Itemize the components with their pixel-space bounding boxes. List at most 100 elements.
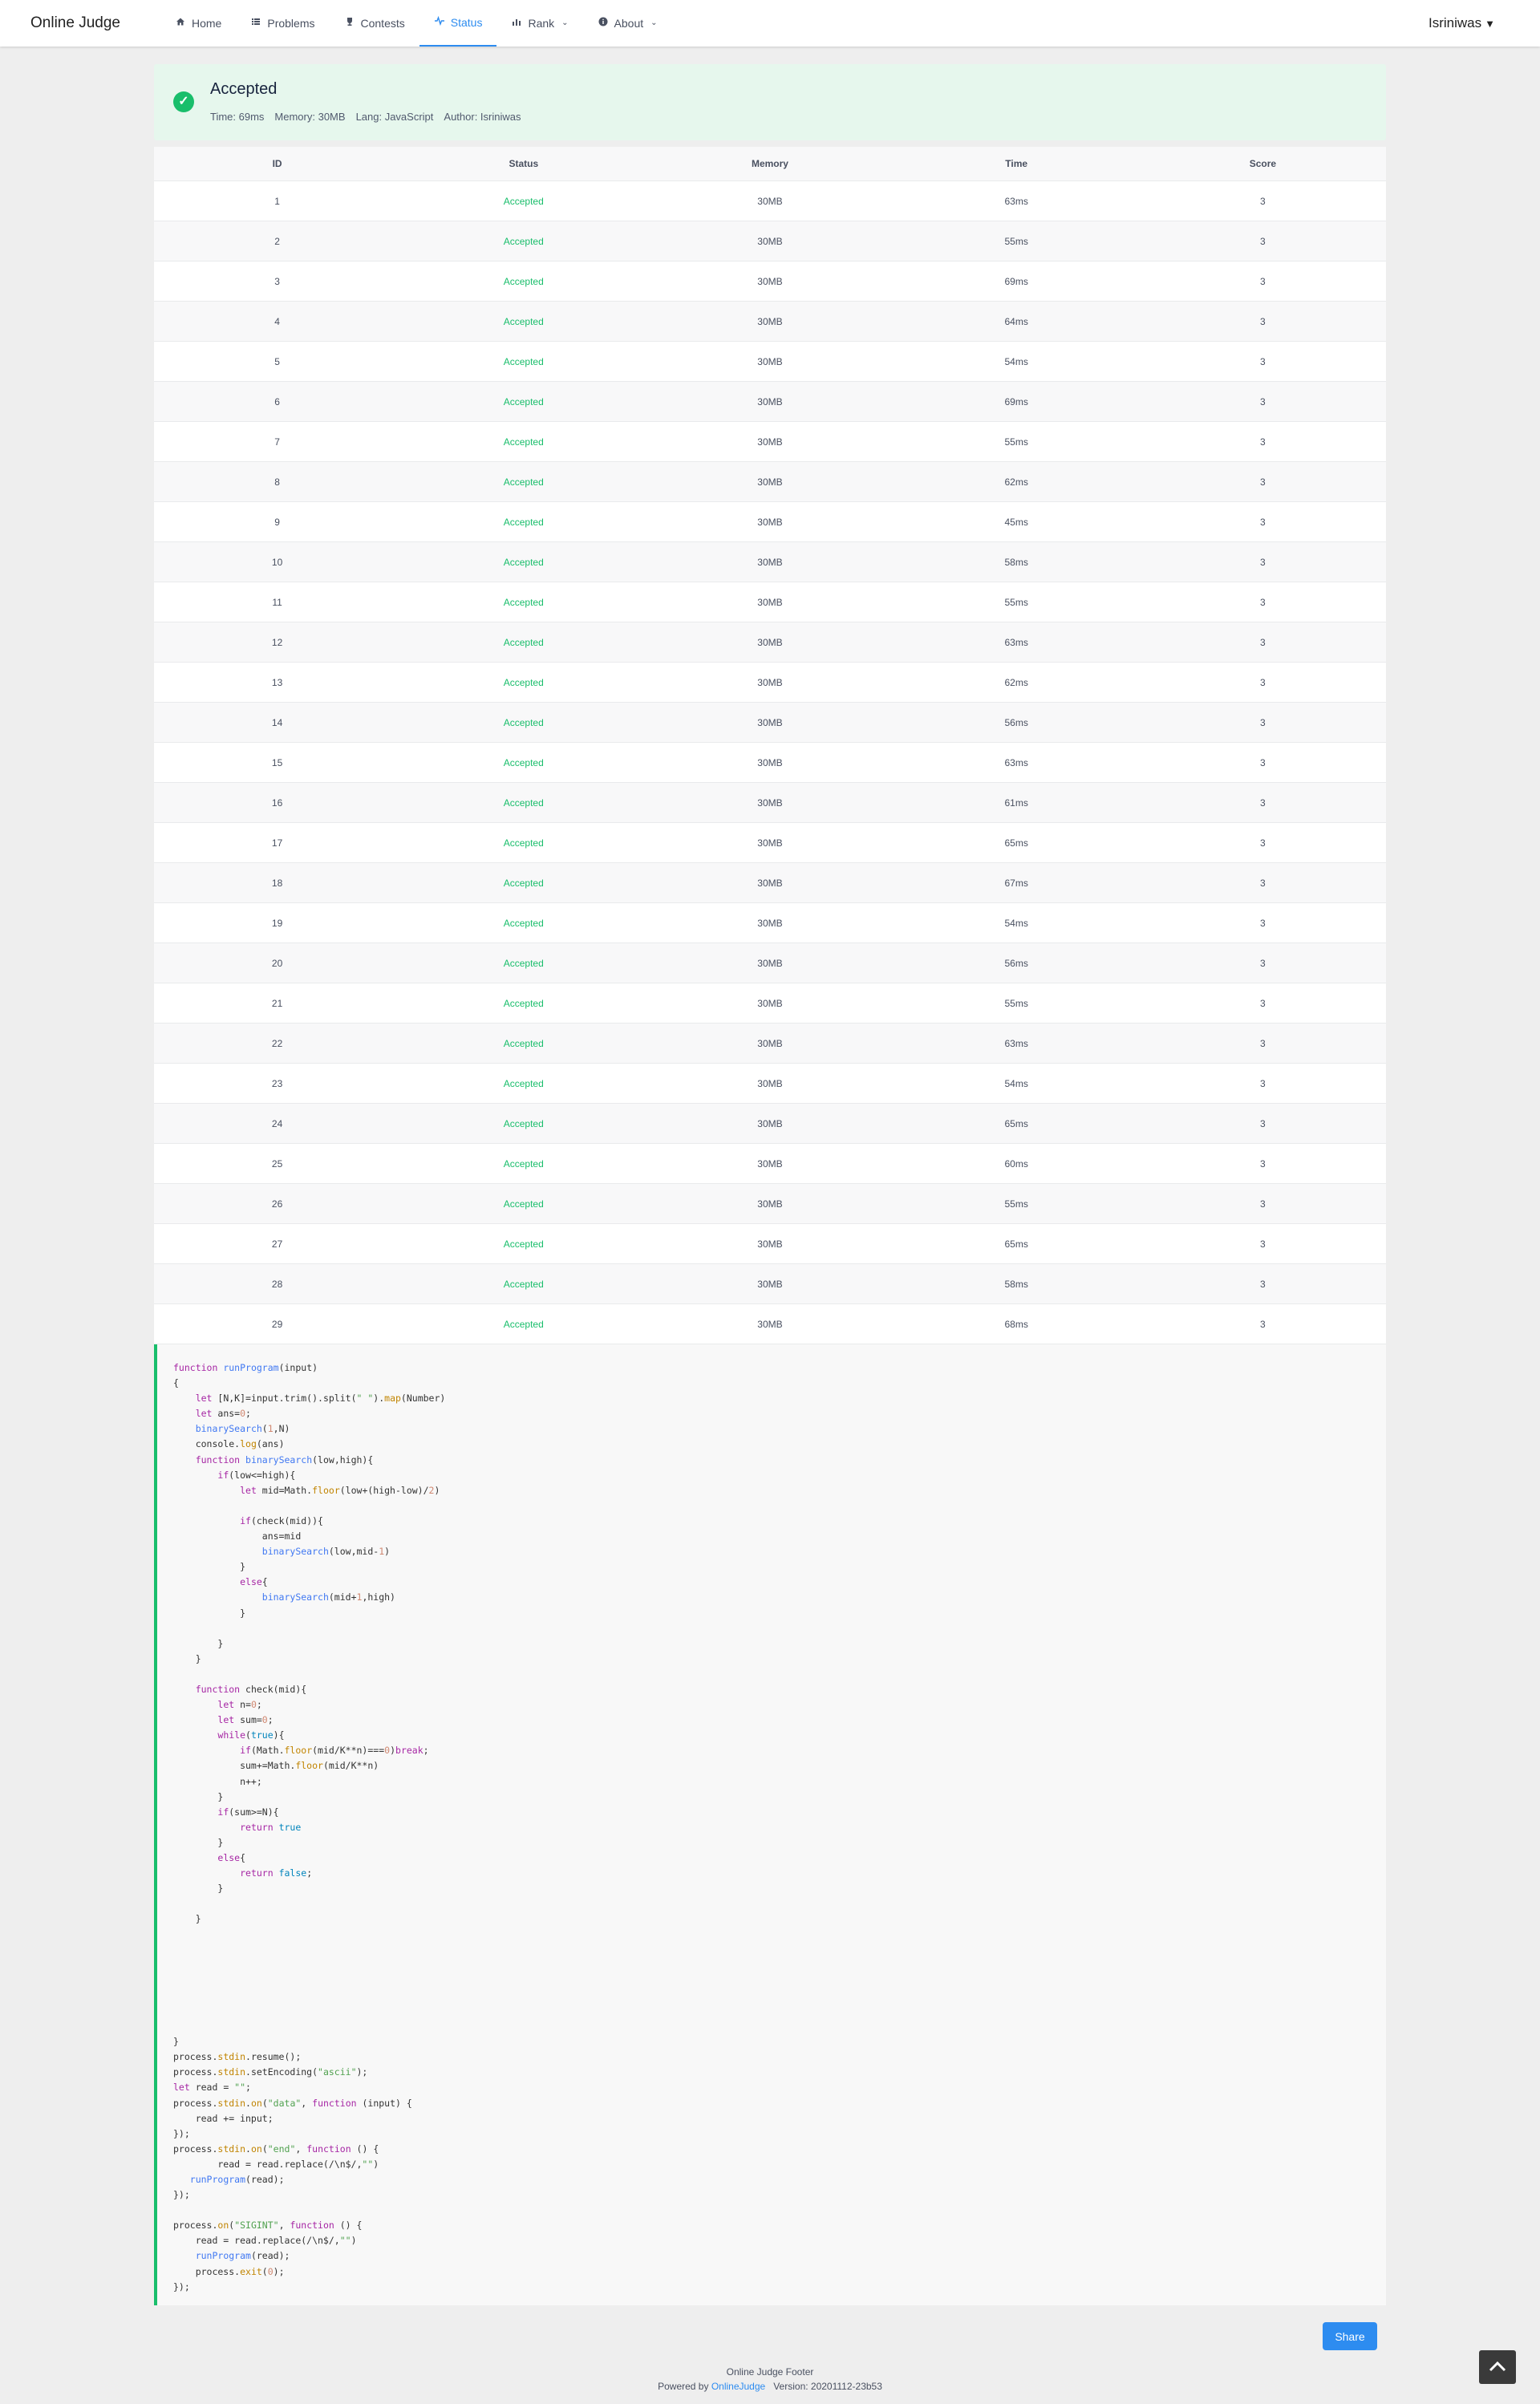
cell-status: Accepted xyxy=(400,501,647,542)
cell-status: Accepted xyxy=(400,261,647,302)
cell-time: 58ms xyxy=(893,541,1140,582)
cell-time: 63ms xyxy=(893,1023,1140,1064)
cell-memory: 30MB xyxy=(646,702,894,743)
site-brand[interactable]: Online Judge xyxy=(30,0,120,47)
cell-memory: 30MB xyxy=(646,1183,894,1224)
submission-result-card: ✓ Accepted Time: 69ms Memory: 30MB Lang:… xyxy=(154,64,1386,140)
nav-status-label: Status xyxy=(450,16,483,29)
top-navbar: Online Judge Home Problems Contests Stat… xyxy=(0,0,1540,47)
user-menu[interactable]: Isriniwas ▼ xyxy=(1429,0,1495,47)
testcase-table: ID Status Memory Time Score 1 Accepted 30M… xyxy=(154,147,1386,1384)
nav-problems[interactable]: Problems xyxy=(236,0,329,47)
cell-time: 62ms xyxy=(893,662,1140,703)
table-row: 9 Accepted 30MB 45ms 3 xyxy=(154,501,1386,542)
result-time: Time: 69ms xyxy=(210,111,265,123)
footer-onlinejudge-link[interactable]: OnlineJudge xyxy=(711,2381,765,2392)
cell-id: 11 xyxy=(154,582,401,622)
info-icon xyxy=(598,0,609,47)
chevron-down-icon: ⌄ xyxy=(650,18,658,27)
table-row: 2 Accepted 30MB 55ms 3 xyxy=(154,221,1386,261)
cell-score: 3 xyxy=(1139,702,1386,743)
column-header-time: Time xyxy=(893,147,1140,181)
nav-rank[interactable]: Rank ⌄ xyxy=(496,0,582,47)
table-row: 13 Accepted 30MB 62ms 3 xyxy=(154,662,1386,703)
cell-status: Accepted xyxy=(400,541,647,582)
cell-time: 56ms xyxy=(893,702,1140,743)
result-memory: Memory: 30MB xyxy=(274,111,346,123)
table-row: 23 Accepted 30MB 54ms 3 xyxy=(154,1063,1386,1104)
nav-about[interactable]: About ⌄ xyxy=(583,0,672,47)
cell-score: 3 xyxy=(1139,421,1386,462)
table-header-row: ID Status Memory Time Score xyxy=(154,147,1386,181)
cell-time: 54ms xyxy=(893,1063,1140,1104)
table-row: 3 Accepted 30MB 69ms 3 xyxy=(154,261,1386,302)
cell-score: 3 xyxy=(1139,1023,1386,1064)
cell-memory: 30MB xyxy=(646,1263,894,1304)
cell-memory: 30MB xyxy=(646,902,894,943)
nav-about-label: About xyxy=(614,17,644,30)
cell-time: 69ms xyxy=(893,261,1140,302)
cell-time: 55ms xyxy=(893,221,1140,261)
back-to-top-button[interactable] xyxy=(1479,2350,1516,2384)
pulse-icon xyxy=(434,0,445,46)
cell-score: 3 xyxy=(1139,381,1386,422)
cell-score: 3 xyxy=(1139,1303,1386,1344)
cell-time: 65ms xyxy=(893,1103,1140,1144)
footer-powered-prefix: Powered by xyxy=(658,2381,709,2392)
cell-status: Accepted xyxy=(400,582,647,622)
cell-status: Accepted xyxy=(400,1303,647,1344)
cell-memory: 30MB xyxy=(646,421,894,462)
cell-memory: 30MB xyxy=(646,1063,894,1104)
caret-down-icon: ▼ xyxy=(1485,18,1495,30)
cell-id: 1 xyxy=(154,180,401,221)
result-author: Author: Isriniwas xyxy=(444,111,521,123)
cell-time: 56ms xyxy=(893,943,1140,983)
cell-memory: 30MB xyxy=(646,301,894,342)
cell-status: Accepted xyxy=(400,822,647,863)
cell-score: 3 xyxy=(1139,943,1386,983)
cell-score: 3 xyxy=(1139,501,1386,542)
cell-id: 21 xyxy=(154,983,401,1024)
cell-status: Accepted xyxy=(400,381,647,422)
table-row: 18 Accepted 30MB 67ms 3 xyxy=(154,862,1386,903)
cell-id: 20 xyxy=(154,943,401,983)
cell-time: 60ms xyxy=(893,1143,1140,1184)
cell-id: 15 xyxy=(154,742,401,783)
trophy-icon xyxy=(344,0,355,47)
cell-memory: 30MB xyxy=(646,180,894,221)
cell-memory: 30MB xyxy=(646,622,894,663)
nav-home[interactable]: Home xyxy=(160,0,236,47)
cell-id: 25 xyxy=(154,1143,401,1184)
cell-id: 28 xyxy=(154,1263,401,1304)
result-meta: Time: 69ms Memory: 30MB Lang: JavaScript… xyxy=(210,111,521,123)
column-header-score: Score xyxy=(1139,147,1386,181)
cell-time: 62ms xyxy=(893,461,1140,502)
cell-id: 3 xyxy=(154,261,401,302)
cell-score: 3 xyxy=(1139,662,1386,703)
cell-status: Accepted xyxy=(400,1023,647,1064)
cell-status: Accepted xyxy=(400,1263,647,1304)
username: Isriniwas xyxy=(1429,15,1482,30)
cell-memory: 30MB xyxy=(646,742,894,783)
cell-score: 3 xyxy=(1139,221,1386,261)
table-row: 24 Accepted 30MB 65ms 3 xyxy=(154,1103,1386,1144)
list-icon xyxy=(250,0,261,47)
nav-contests[interactable]: Contests xyxy=(330,0,419,47)
table-row: 10 Accepted 30MB 58ms 3 xyxy=(154,541,1386,582)
cell-time: 68ms xyxy=(893,1303,1140,1344)
table-row: 21 Accepted 30MB 55ms 3 xyxy=(154,983,1386,1024)
cell-status: Accepted xyxy=(400,301,647,342)
cell-status: Accepted xyxy=(400,943,647,983)
table-row: 22 Accepted 30MB 63ms 3 xyxy=(154,1023,1386,1064)
nav-status[interactable]: Status xyxy=(419,0,497,47)
table-row: 29 Accepted 30MB 68ms 3 xyxy=(154,1303,1386,1344)
cell-time: 55ms xyxy=(893,1183,1140,1224)
share-button[interactable]: Share xyxy=(1323,2322,1377,2350)
cell-time: 65ms xyxy=(893,1223,1140,1264)
table-row: 1 Accepted 30MB 63ms 3 xyxy=(154,180,1386,221)
cell-time: 54ms xyxy=(893,341,1140,382)
cell-time: 67ms xyxy=(893,862,1140,903)
result-title: Accepted xyxy=(210,80,278,98)
cell-status: Accepted xyxy=(400,1183,647,1224)
cell-memory: 30MB xyxy=(646,341,894,382)
